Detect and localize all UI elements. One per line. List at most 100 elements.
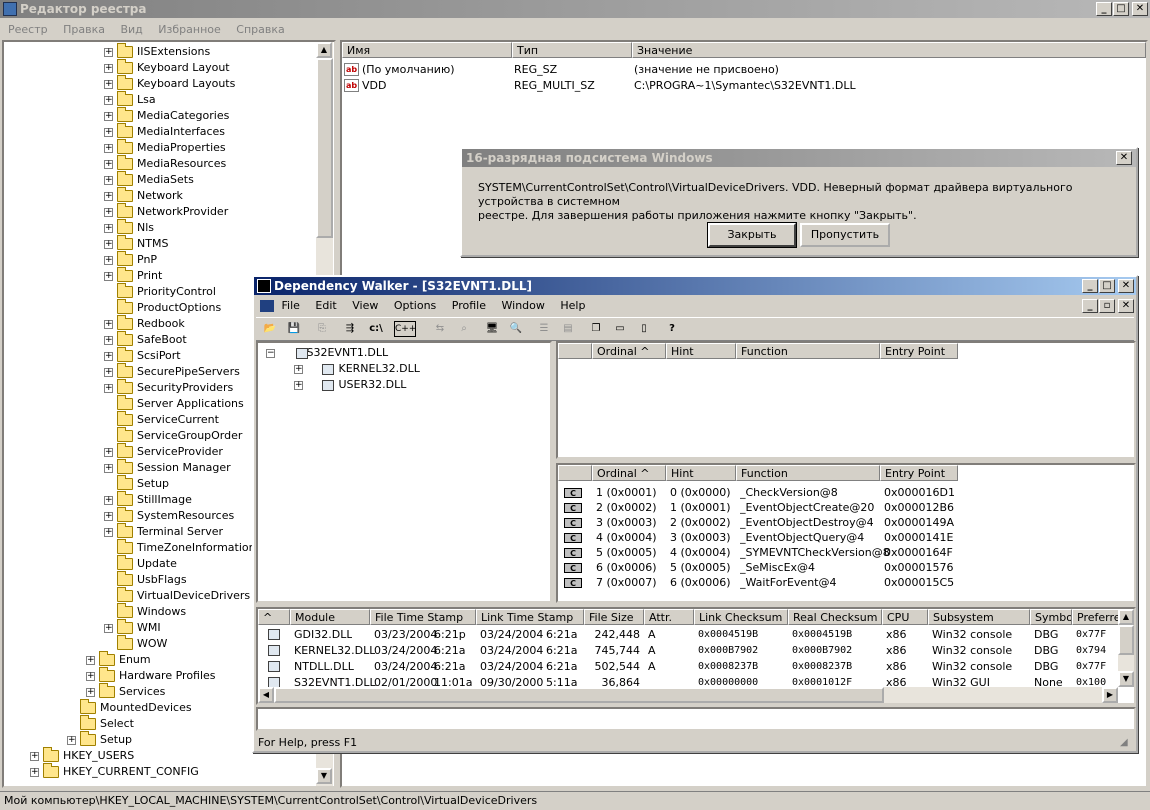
expand-icon[interactable]: + (294, 364, 303, 374)
registry-key[interactable]: + Services (86, 683, 165, 700)
child-close-button[interactable]: ✕ (1118, 299, 1134, 313)
skip-button[interactable]: Пропустить (800, 223, 890, 247)
export-entry-point[interactable]: 0x000012B6 (884, 500, 954, 516)
exports-function-header[interactable]: Function (736, 465, 880, 481)
expand-icon[interactable]: + (67, 735, 76, 745)
registry-key[interactable]: + Redbook (104, 315, 185, 332)
export-ordinal[interactable]: 2 (0x0002) (596, 500, 657, 516)
scroll-up-arrow-icon[interactable]: ▲ (316, 42, 332, 58)
subsystem[interactable]: Win32 console (932, 659, 1012, 675)
export-function[interactable]: _EventObjectCreate@20 (740, 500, 874, 516)
expand-icon[interactable]: + (104, 463, 113, 473)
module-name[interactable]: KERNEL32.DLL (294, 643, 375, 659)
vscroll-thumb[interactable] (1118, 625, 1134, 655)
expand-icon[interactable]: + (104, 47, 113, 57)
minimize-button[interactable]: _ (1096, 2, 1112, 16)
regedit-titlebar[interactable]: Редактор реестра (0, 0, 1150, 18)
preferred-base[interactable]: 0x794 (1076, 643, 1116, 659)
registry-key[interactable]: Update (104, 555, 177, 572)
module-list-hscroll[interactable]: ◀ ▶ (258, 687, 1118, 703)
module-col-header[interactable]: Subsystem (928, 609, 1030, 625)
expand-icon[interactable]: + (30, 751, 39, 761)
link-checksum[interactable]: 0x0004519B (698, 627, 758, 643)
value-name[interactable]: (По умолчанию) (362, 62, 455, 78)
registry-key[interactable]: + Nls (104, 219, 154, 236)
expand-icon[interactable]: + (30, 767, 39, 777)
expand-icon[interactable]: + (104, 143, 113, 153)
depends-maximize-button[interactable]: □ (1099, 279, 1115, 293)
value-type[interactable]: REG_MULTI_SZ (514, 78, 595, 94)
registry-key[interactable]: + SecurityProviders (104, 379, 233, 396)
tree-root-module[interactable]: − S32EVNT1.DLL (266, 345, 388, 361)
menu-favorites[interactable]: Избранное (158, 23, 220, 36)
menu-help-dw[interactable]: Help (560, 299, 585, 312)
export-ordinal[interactable]: 3 (0x0003) (596, 515, 657, 531)
tile-horizontal-icon[interactable]: ▭ (610, 319, 630, 339)
symbols[interactable]: DBG (1034, 627, 1058, 643)
file-size[interactable]: 745,744 (588, 643, 641, 659)
file-size[interactable]: 502,544 (588, 659, 641, 675)
tree-child-module[interactable]: + USER32.DLL (294, 377, 406, 393)
registry-key[interactable]: Select (67, 715, 134, 732)
expand-icon[interactable]: + (104, 79, 113, 89)
menu-view[interactable]: Вид (120, 23, 142, 36)
symbols[interactable]: DBG (1034, 643, 1058, 659)
expand-icon[interactable]: + (104, 175, 113, 185)
module-col-header[interactable]: File Time Stamp (370, 609, 476, 625)
scroll-up-arrow-icon[interactable]: ▲ (1118, 609, 1134, 625)
system-info-icon[interactable]: 🖥 (482, 319, 502, 339)
imports-ordinal-header[interactable]: Ordinal ^ (592, 343, 666, 359)
scroll-down-arrow-icon[interactable]: ▼ (1118, 671, 1134, 687)
registry-key[interactable]: + ServiceProvider (104, 443, 223, 460)
link-date[interactable]: 03/24/2004 (480, 643, 543, 659)
export-ordinal[interactable]: 4 (0x0004) (596, 530, 657, 546)
registry-key[interactable]: + Network (104, 187, 183, 204)
copy-icon[interactable]: ⎘ (312, 319, 332, 339)
registry-key[interactable]: + HKEY_CURRENT_CONFIG (30, 763, 199, 780)
menu-profile[interactable]: Profile (452, 299, 486, 312)
export-entry-point[interactable]: 0x0000164F (884, 545, 953, 561)
registry-key[interactable]: Setup (104, 475, 169, 492)
imports-icon-header[interactable] (558, 343, 592, 359)
registry-key[interactable]: + NetworkProvider (104, 203, 228, 220)
registry-key[interactable]: + ScsiPort (104, 347, 181, 364)
col-type-header[interactable]: Тип (512, 42, 632, 58)
registry-key[interactable]: + WMI (104, 619, 161, 636)
registry-key[interactable]: + Hardware Profiles (86, 667, 216, 684)
registry-key[interactable]: + PnP (104, 251, 157, 268)
expand-icon[interactable]: + (104, 271, 113, 281)
highlight-match-icon[interactable]: ⇆ (430, 319, 450, 339)
export-hint[interactable]: 1 (0x0001) (670, 500, 731, 516)
attributes[interactable]: A (648, 643, 656, 659)
link-date[interactable]: 03/24/2004 (480, 627, 543, 643)
registry-key[interactable]: + Keyboard Layouts (104, 75, 235, 92)
col-value-header[interactable]: Значение (632, 42, 1146, 58)
exports-icon-header[interactable] (558, 465, 592, 481)
registry-key[interactable]: + Session Manager (104, 459, 231, 476)
expand-icon[interactable]: + (104, 351, 113, 361)
registry-key[interactable]: + Setup (67, 731, 132, 748)
module-col-header[interactable]: CPU (882, 609, 928, 625)
scroll-right-arrow-icon[interactable]: ▶ (1102, 687, 1118, 703)
registry-key[interactable]: + MediaResources (104, 155, 226, 172)
properties-icon[interactable]: 🔍 (506, 319, 526, 339)
imports-hint-header[interactable]: Hint (666, 343, 736, 359)
registry-key[interactable]: + Keyboard Layout (104, 59, 230, 76)
module-col-header[interactable]: Attr. (644, 609, 694, 625)
export-function[interactable]: _EventObjectQuery@4 (740, 530, 864, 546)
file-size[interactable]: 242,448 (588, 627, 641, 643)
menu-file[interactable]: File (282, 299, 300, 312)
registry-key[interactable]: Windows (104, 603, 186, 620)
file-date[interactable]: 03/24/2004 (374, 659, 437, 675)
expand-icon[interactable]: + (104, 95, 113, 105)
menu-help[interactable]: Справка (236, 23, 284, 36)
registry-key[interactable]: + HKEY_USERS (30, 747, 134, 764)
export-function[interactable]: _SYMEVNTCheckVersion@8 (740, 545, 890, 561)
child-minimize-button[interactable]: _ (1082, 299, 1098, 313)
expand-icon[interactable]: + (104, 367, 113, 377)
export-hint[interactable]: 6 (0x0006) (670, 575, 731, 591)
exports-list[interactable]: Ordinal ^ Hint Function Entry Point C 1 (… (556, 463, 1136, 603)
registry-key[interactable]: Server Applications (104, 395, 244, 412)
real-checksum[interactable]: 0x000B7902 (792, 643, 852, 659)
registry-key[interactable]: MountedDevices (67, 699, 192, 716)
